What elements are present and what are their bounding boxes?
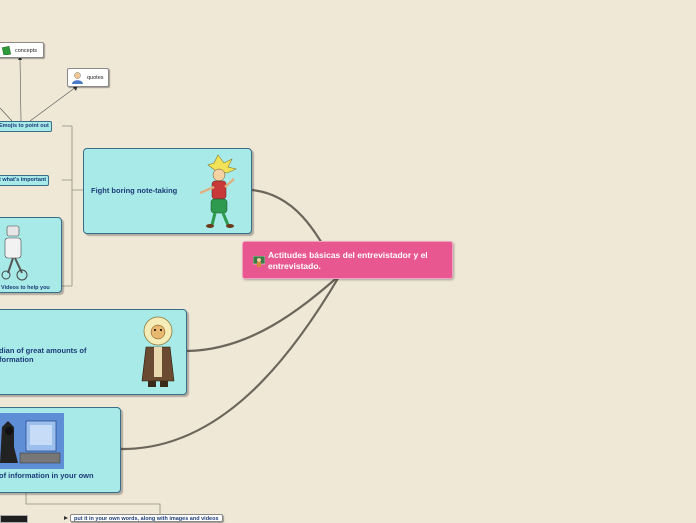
topic-videos-label: Videos to help you [1,285,50,291]
cartoon-robot-illustration [1,225,28,281]
leaf-quotes-label: quotes [87,75,104,81]
connector-emojis-quotes [29,86,77,122]
connector-information-bracket [25,492,161,514]
topic-fight-label: Fight boring note-taking [91,186,178,195]
mind-map-canvas: Actitudes básicas del entrevistador y el… [0,0,696,523]
connector-fight-bracket [62,125,83,287]
green-book-icon [2,46,11,55]
connector-emojis-offscreen [0,107,13,122]
offscreen-dark-node[interactable] [0,515,28,523]
leaf-quotes[interactable]: quotes [67,68,109,87]
topic-information[interactable]: of information in your own [0,407,121,493]
connector-emojis-concepts [19,57,22,122]
subtopic-important[interactable]: t what's important [0,175,50,186]
topic-guardian[interactable]: dian of great amounts of formation [0,309,187,395]
central-title: Actitudes básicas del entrevistador y el… [268,250,428,271]
leaf-concepts[interactable]: concepts [0,42,44,58]
subtopic-emojis[interactable]: Emojis to point out [0,121,52,132]
topic-fight-note-taking[interactable]: Fight boring note-taking [83,148,252,234]
classroom-teacher-icon [253,256,265,267]
cartoon-warrior-illustration [199,154,237,228]
subtopic-own-words[interactable]: put it in your own words, along with ima… [70,514,223,522]
topic-guardian-label: dian of great amounts of formation [0,346,87,364]
person-icon [72,72,83,84]
central-topic[interactable]: Actitudes básicas del entrevistador y el… [242,241,453,279]
cartoon-dark-knight-at-computer-illustration [0,413,64,469]
arrowhead-own-words [64,516,68,520]
cartoon-lion-jedi-illustration [141,316,175,387]
topic-information-label: of information in your own [0,471,94,480]
leaf-concepts-label: concepts [15,48,38,54]
topic-videos[interactable]: Videos to help you [0,217,62,293]
